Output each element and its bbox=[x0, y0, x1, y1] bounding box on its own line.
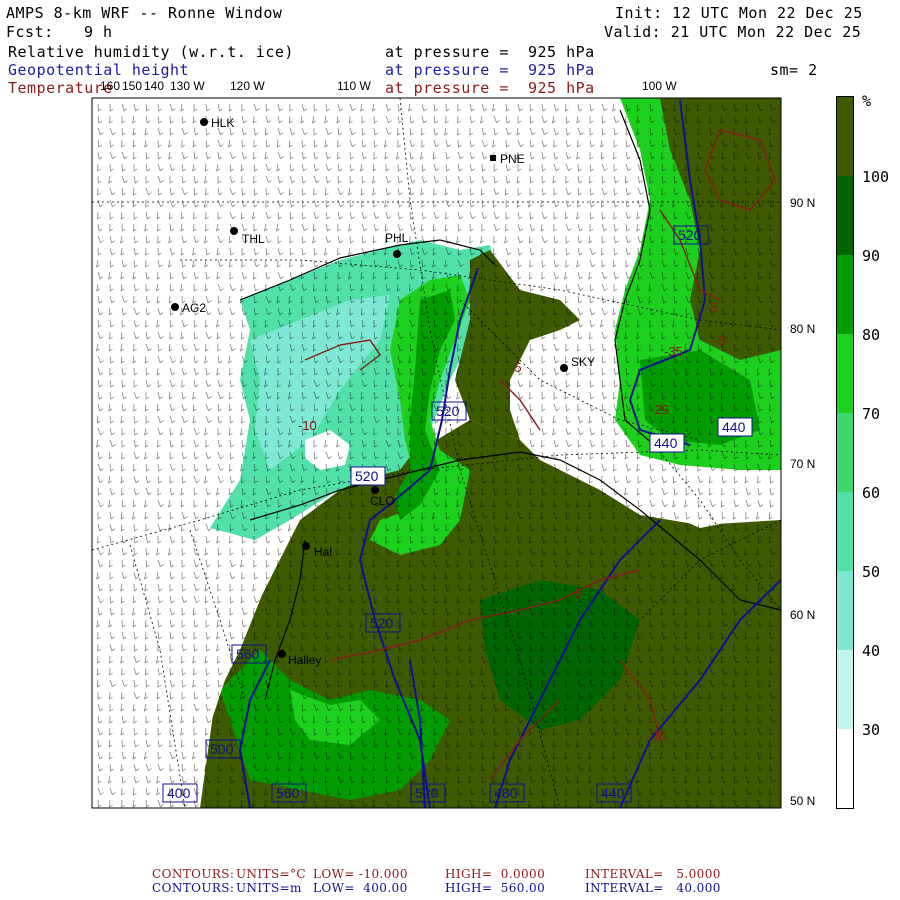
svg-text:520: 520 bbox=[436, 403, 460, 419]
lon-label-120: 120 W bbox=[230, 79, 265, 93]
colorbar-segment-80 bbox=[836, 255, 854, 334]
station-dot-sky bbox=[560, 364, 568, 372]
svg-text:500: 500 bbox=[210, 741, 234, 757]
colorbar-label-90: 90 bbox=[862, 247, 881, 265]
h-high: HIGH= 560.00 bbox=[445, 881, 546, 895]
station-label-hlk: HLK bbox=[211, 116, 234, 130]
station-dot-pne bbox=[490, 155, 496, 161]
station-label-clo: CLO bbox=[370, 494, 395, 508]
temp-label-2: -5 bbox=[510, 360, 522, 375]
station-dot-ag2 bbox=[171, 303, 179, 311]
station-label-sky: SKY bbox=[571, 355, 595, 369]
t-contours-label: CONTOURS: bbox=[152, 867, 235, 881]
svg-text:400: 400 bbox=[167, 785, 191, 801]
svg-text:520: 520 bbox=[355, 468, 379, 484]
station-label-hal: Hal bbox=[314, 545, 332, 559]
svg-text:520: 520 bbox=[415, 785, 439, 801]
lon-label-100: 100 W bbox=[642, 79, 677, 93]
temp-label-8: -29 bbox=[650, 402, 669, 417]
h-units: UNITS=m bbox=[236, 881, 302, 895]
height-label-13: 440 bbox=[717, 417, 753, 437]
colorbar-label-100: 100 bbox=[862, 168, 890, 186]
station-label-pne: PNE bbox=[500, 152, 525, 166]
h-interval: INTERVAL= 40.000 bbox=[585, 881, 721, 895]
station-dot-halley bbox=[278, 650, 286, 658]
station-label-ag2: AG2 bbox=[182, 301, 206, 315]
weather-map: HLK PNE THL PHL AG2 SKY CLO Hal Halley 5… bbox=[91, 79, 815, 809]
map-field bbox=[92, 98, 781, 808]
lat-label-80: 80 N bbox=[790, 322, 815, 336]
colorbar-label-50: 50 bbox=[862, 563, 881, 581]
colorbar-segment-90 bbox=[836, 176, 854, 255]
lat-label-50: 50 N bbox=[790, 794, 815, 808]
station-dot-hal bbox=[302, 542, 310, 550]
colorbar-segment-60 bbox=[836, 413, 854, 492]
svg-text:440: 440 bbox=[654, 435, 678, 451]
svg-text:560: 560 bbox=[276, 785, 300, 801]
colorbar-segment-50 bbox=[836, 492, 854, 571]
h-low: LOW= 400.00 bbox=[313, 881, 408, 895]
colorbar-label-80: 80 bbox=[862, 326, 881, 344]
colorbar-label-30: 30 bbox=[862, 721, 881, 739]
station-dot-clo bbox=[371, 486, 379, 494]
station-dot-phl bbox=[393, 250, 401, 258]
colorbar-segment-100 bbox=[836, 96, 854, 177]
svg-text:520: 520 bbox=[678, 227, 702, 243]
svg-text:560: 560 bbox=[236, 646, 260, 662]
temp-label-6: -10 bbox=[648, 728, 667, 743]
lon-label-140: 140 bbox=[144, 79, 164, 93]
svg-text:440: 440 bbox=[601, 785, 625, 801]
colorbar-segment-30 bbox=[836, 650, 854, 729]
lat-label-70: 70 N bbox=[790, 457, 815, 471]
h-contours-label: CONTOURS: bbox=[152, 881, 235, 895]
station-dot-hlk bbox=[200, 118, 208, 126]
t-high: HIGH= 0.0000 bbox=[445, 867, 546, 881]
colorbar-label-60: 60 bbox=[862, 484, 881, 502]
temp-label-7: -35 bbox=[664, 344, 683, 359]
colorbar-segment-70 bbox=[836, 334, 854, 413]
height-label-11: 440 bbox=[649, 433, 685, 453]
station-label-thl: THL bbox=[242, 232, 265, 246]
t-interval: INTERVAL= 5.0000 bbox=[585, 867, 721, 881]
temp-label-5: -5 bbox=[570, 586, 582, 601]
height-label-2: 520 bbox=[350, 466, 386, 486]
lat-label-60: 60 N bbox=[790, 608, 815, 622]
station-dot-thl bbox=[230, 227, 238, 235]
colorbar-label-70: 70 bbox=[862, 405, 881, 423]
t-units: UNITS=°C bbox=[236, 867, 307, 881]
lon-label-160: 160 bbox=[100, 79, 120, 93]
temp-label-4: -5 bbox=[714, 333, 726, 348]
colorbar-unit: % bbox=[862, 92, 872, 110]
svg-text:480: 480 bbox=[494, 785, 518, 801]
temp-label-3: -5 bbox=[706, 300, 718, 315]
station-label-halley: Halley bbox=[288, 653, 321, 667]
t-low: LOW= -10.000 bbox=[313, 867, 408, 881]
lon-label-130: 130 W bbox=[170, 79, 205, 93]
lon-label-110: 110 W bbox=[337, 79, 371, 93]
temp-label-1: -10 bbox=[298, 418, 317, 433]
svg-text:520: 520 bbox=[370, 615, 394, 631]
station-label-phl: PHL bbox=[385, 231, 409, 245]
svg-text:440: 440 bbox=[722, 419, 746, 435]
colorbar-segment-40 bbox=[836, 571, 854, 650]
lon-label-150: 150 bbox=[122, 79, 142, 93]
lat-label-90: 90 N bbox=[790, 196, 815, 210]
colorbar-segment-min bbox=[836, 729, 854, 809]
colorbar-label-40: 40 bbox=[862, 642, 881, 660]
